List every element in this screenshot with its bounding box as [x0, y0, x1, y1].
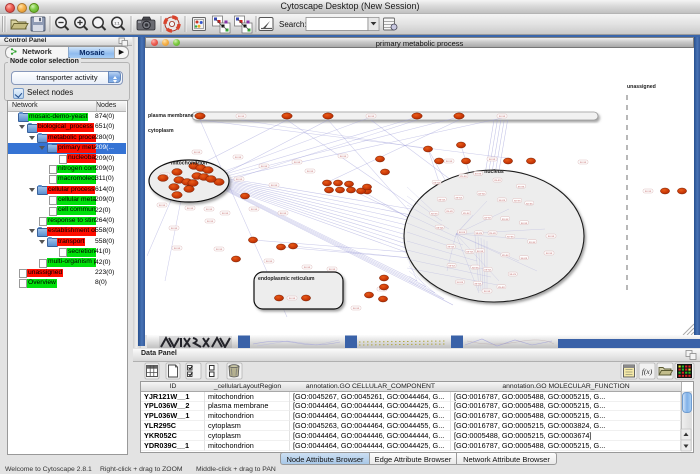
svg-text:unassigned: unassigned — [627, 84, 656, 90]
svg-text:xx-xx: xx-xx — [459, 230, 466, 234]
svg-text:xx-xx: xx-xx — [294, 160, 301, 164]
svg-text:xx-xx: xx-xx — [174, 246, 181, 250]
svg-text:xx-xx: xx-xx — [489, 231, 496, 235]
svg-text:xx-xx: xx-xx — [475, 172, 482, 176]
svg-text:xx-xx: xx-xx — [159, 203, 166, 207]
svg-text:xx-xx: xx-xx — [484, 216, 491, 220]
svg-text:xx-xx: xx-xx — [431, 211, 438, 215]
svg-text:xx-xx: xx-xx — [507, 234, 514, 238]
svg-text:xx-xx: xx-xx — [289, 296, 296, 300]
svg-text:xx-xx: xx-xx — [502, 217, 509, 221]
svg-text:xx-xx: xx-xx — [514, 199, 521, 203]
svg-text:1:1: 1:1 — [114, 21, 120, 26]
svg-text:xx-xx: xx-xx — [529, 240, 536, 244]
svg-text:xx-xx: xx-xx — [498, 285, 505, 289]
svg-text:Search:: Search: — [279, 20, 307, 29]
svg-text:xx-xx: xx-xx — [475, 231, 482, 235]
svg-text:xx-xx: xx-xx — [455, 195, 462, 199]
svg-text:xx-xx: xx-xx — [521, 221, 528, 225]
svg-text:xx-xx: xx-xx — [502, 253, 509, 257]
svg-text:xx-xx: xx-xx — [518, 184, 525, 188]
svg-text:xx-xx: xx-xx — [353, 306, 360, 310]
svg-text:xx-xx: xx-xx — [475, 281, 482, 285]
svg-text:xx-xx: xx-xx — [266, 259, 273, 263]
svg-text:xx-xx: xx-xx — [207, 219, 214, 223]
svg-text:xx-xx: xx-xx — [460, 174, 467, 178]
svg-text:xx-xx: xx-xx — [494, 178, 501, 182]
svg-text:xx-xx: xx-xx — [436, 225, 443, 229]
svg-text:xx-xx: xx-xx — [546, 251, 553, 255]
svg-text:xx-xx: xx-xx — [238, 114, 245, 118]
svg-text:xx-xx: xx-xx — [438, 197, 445, 201]
svg-text:xx-xx: xx-xx — [206, 207, 213, 211]
svg-text:xx-xx: xx-xx — [645, 189, 652, 193]
svg-text:xx-xx: xx-xx — [526, 201, 533, 205]
svg-text:nucleus: nucleus — [484, 169, 504, 175]
svg-text:xx-xx: xx-xx — [280, 211, 287, 215]
svg-text:endoplasmic reticulum: endoplasmic reticulum — [258, 276, 315, 282]
svg-text:xx-xx: xx-xx — [271, 183, 278, 187]
svg-text:xx-xx: xx-xx — [477, 249, 484, 253]
svg-text:xx-xx: xx-xx — [446, 159, 453, 163]
svg-text:xx-xx: xx-xx — [433, 180, 440, 184]
svg-text:xx-xx: xx-xx — [499, 198, 506, 202]
svg-text:xx-xx: xx-xx — [368, 114, 375, 118]
svg-text:xx-xx: xx-xx — [251, 207, 258, 211]
svg-text:xx-xx: xx-xx — [521, 256, 528, 260]
svg-text:xx-xx: xx-xx — [489, 157, 496, 161]
svg-text:plasma membrane: plasma membrane — [148, 113, 194, 119]
svg-text:xx-xx: xx-xx — [446, 209, 453, 213]
svg-text:xx-xx: xx-xx — [187, 206, 194, 210]
svg-text:xx-xx: xx-xx — [478, 191, 485, 195]
svg-text:xx-xx: xx-xx — [340, 154, 347, 158]
svg-text:xx-xx: xx-xx — [304, 265, 311, 269]
svg-text:xx-xx: xx-xx — [472, 265, 479, 269]
svg-text:xx-xx: xx-xx — [509, 272, 516, 276]
svg-text:f(x): f(x) — [642, 367, 653, 376]
svg-text:xx-xx: xx-xx — [222, 211, 229, 215]
svg-text:xx-xx: xx-xx — [171, 226, 178, 230]
svg-text:xx-xx: xx-xx — [261, 164, 268, 168]
svg-text:xx-xx: xx-xx — [548, 234, 555, 238]
svg-text:xx-xx: xx-xx — [329, 267, 336, 271]
svg-text:cytoplasm: cytoplasm — [148, 128, 174, 134]
svg-text:xx-xx: xx-xx — [580, 160, 587, 164]
svg-text:xx-xx: xx-xx — [194, 150, 201, 154]
svg-text:xx-xx: xx-xx — [216, 247, 223, 251]
svg-text:xx-xx: xx-xx — [307, 169, 314, 173]
svg-text:xx-xx: xx-xx — [463, 211, 470, 215]
svg-text:xx-xx: xx-xx — [499, 114, 506, 118]
svg-text:xx-xx: xx-xx — [484, 268, 491, 272]
svg-text:xx-xx: xx-xx — [235, 155, 242, 159]
svg-text:xx-xx: xx-xx — [448, 245, 455, 249]
svg-text:xx-xx: xx-xx — [236, 177, 243, 181]
svg-text:mitochondrion: mitochondrion — [171, 161, 207, 167]
svg-text:xx-xx: xx-xx — [448, 264, 455, 268]
svg-text:xx-xx: xx-xx — [457, 280, 464, 284]
svg-text:xx-xx: xx-xx — [484, 289, 491, 293]
svg-text:xx-xx: xx-xx — [466, 250, 473, 254]
